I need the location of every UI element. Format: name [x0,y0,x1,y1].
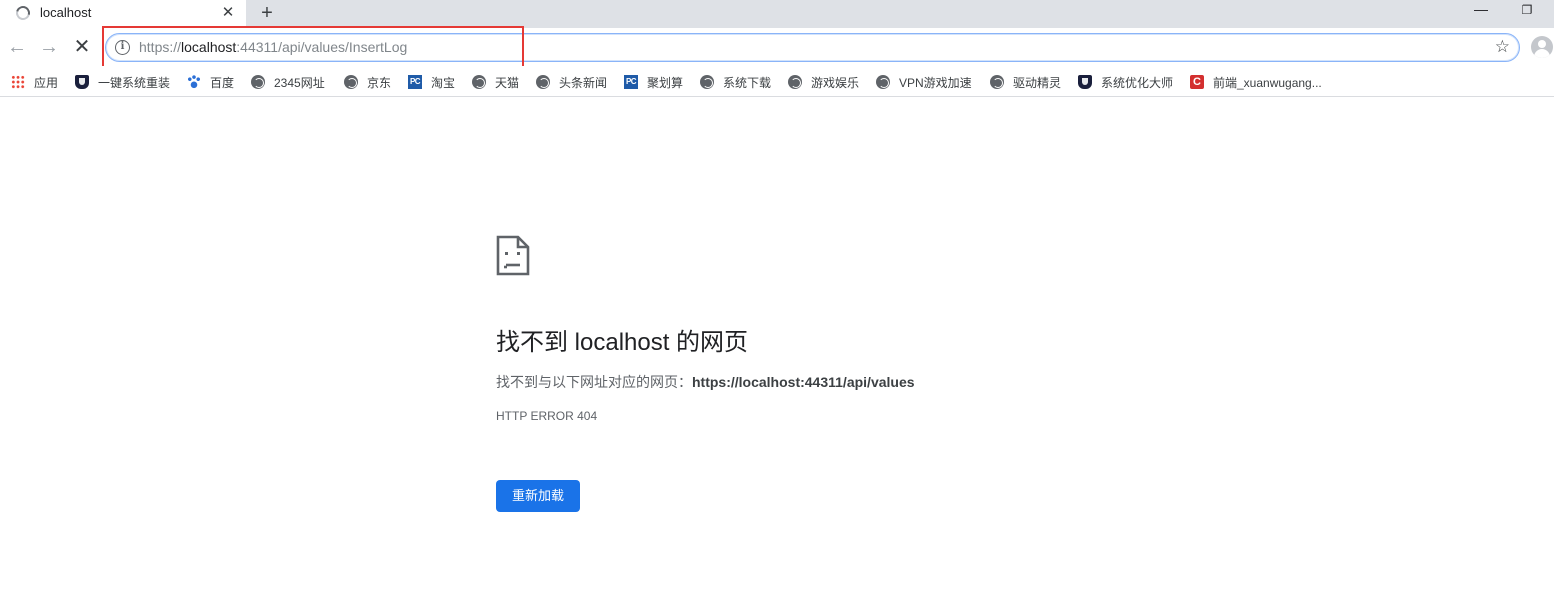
bookmark-apps[interactable]: 应用 [11,72,58,92]
bookmark-label: 2345网址 [274,75,325,90]
globe-icon [536,75,550,89]
globe-icon [700,75,714,89]
globe-icon [472,75,486,89]
bookmark-item[interactable]: 驱动精灵 [990,72,1061,92]
bookmark-label: 聚划算 [647,75,684,90]
stop-loading-button[interactable]: ✕ [70,35,94,59]
forward-button[interactable]: → [37,35,61,59]
globe-icon [788,75,802,89]
error-title: 找不到 localhost 的网页 [496,329,749,356]
bookmark-item[interactable]: PC 淘宝 [408,72,455,92]
shield-icon [75,75,89,89]
error-description-text: 找不到与以下网址对应的网页： [496,374,692,390]
globe-icon [344,75,358,89]
tab-title: localhost [40,5,92,20]
error-url: https://localhost:44311/api/values [692,374,915,390]
pc-icon: PC [408,75,422,89]
bookmark-label: 一键系统重装 [98,75,171,90]
restore-button[interactable]: ❐ [1516,0,1538,22]
bookmark-label: 应用 [34,75,59,90]
error-code: HTTP ERROR 404 [496,409,598,423]
tab-close-icon[interactable]: ✕ [219,4,237,22]
csdn-c-icon: C [1190,75,1204,89]
bookmark-label: 淘宝 [431,75,456,90]
shield-icon [1078,75,1092,89]
bookmark-label: VPN游戏加速 [899,75,972,90]
bookmarks-bar: 应用 一键系统重装 百度 2345网址 京东 PC 淘宝 天猫 头条新闻 PC 聚划… [0,66,1554,97]
bookmark-star-icon[interactable]: ☆ [1495,37,1510,57]
sad-document-icon [496,235,530,276]
error-description: 找不到与以下网址对应的网页：https://localhost:44311/ap… [496,372,915,392]
globe-icon [990,75,1004,89]
bookmark-label: 头条新闻 [559,75,608,90]
bookmark-item[interactable]: 一键系统重装 [75,72,170,92]
bookmark-item[interactable]: 系统优化大师 [1078,72,1173,92]
baidu-paw-icon [187,75,201,89]
bookmark-item[interactable]: 百度 [187,72,234,92]
pc-icon: PC [624,75,638,89]
bookmark-label: 前端_xuanwugang... [1213,75,1322,90]
bookmark-item[interactable]: 京东 [344,72,391,92]
bookmark-label: 天猫 [495,75,520,90]
bookmark-item[interactable]: VPN游戏加速 [876,72,972,92]
tab-localhost[interactable]: localhost ✕ [0,0,246,28]
bookmark-label: 系统优化大师 [1101,75,1174,90]
back-button[interactable]: ← [5,35,29,59]
apps-grid-icon [11,75,25,89]
bookmark-label: 驱动精灵 [1013,75,1062,90]
reload-button[interactable]: 重新加载 [496,480,580,512]
bookmark-item[interactable]: 2345网址 [251,72,325,92]
bookmark-label: 京东 [367,75,392,90]
globe-icon [251,75,265,89]
bookmark-item[interactable]: 天猫 [472,72,519,92]
bookmark-label: 游戏娱乐 [811,75,860,90]
bookmark-label: 百度 [210,75,235,90]
bookmark-item[interactable]: 游戏娱乐 [788,72,859,92]
bookmark-item[interactable]: C 前端_xuanwugang... [1190,72,1322,92]
minimize-button[interactable]: — [1470,0,1492,22]
globe-icon [876,75,890,89]
bookmark-label: 系统下载 [723,75,772,90]
tab-strip: localhost ✕ + — ❐ [0,0,1554,28]
new-tab-button[interactable]: + [256,2,278,24]
bookmark-item[interactable]: PC 聚划算 [624,72,683,92]
profile-avatar[interactable] [1531,36,1553,58]
bookmark-item[interactable]: 头条新闻 [536,72,607,92]
bookmark-item[interactable]: 系统下载 [700,72,771,92]
loading-spinner-icon [13,3,33,23]
